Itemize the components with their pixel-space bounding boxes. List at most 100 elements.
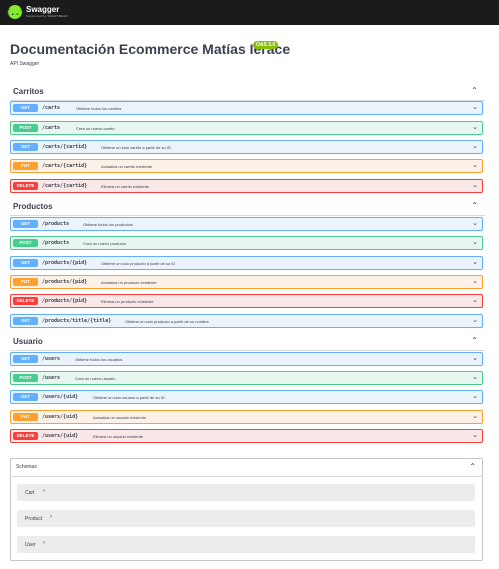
chevron-down-icon[interactable]: ⌄: [472, 297, 478, 305]
chevron-right-icon[interactable]: ›: [43, 540, 45, 546]
tag-name: Productos: [13, 202, 53, 211]
operation-summary: Obtiene un solo usuario a partir de su I…: [93, 395, 165, 400]
operation-summary: Obtiene todos los usuarios: [75, 357, 123, 362]
operation-path: /users: [42, 375, 61, 381]
method-badge: GET: [13, 220, 38, 228]
swagger-logo-text: Swagger Supported by SMARTBEAR: [26, 6, 68, 18]
method-badge: POST: [13, 124, 38, 132]
operation-get[interactable]: GET/carts/{cartid} Obtiene un solo carrit…: [10, 140, 483, 154]
method-badge: PUT: [13, 162, 38, 170]
operation-path: /carts/{cartid}: [42, 163, 88, 169]
operation-path: /products/{pid}: [42, 298, 88, 304]
chevron-down-icon[interactable]: ⌄: [472, 317, 478, 325]
operation-post[interactable]: POST/users Crea un nuevo usuario ⌄: [10, 371, 483, 385]
operation-summary: Obtiene un solo producto a partir de su …: [101, 261, 176, 266]
model-product[interactable]: Product ›: [17, 510, 475, 527]
schemas-header[interactable]: Schemas ⌃: [11, 459, 482, 477]
operation-get[interactable]: GET/products Obtiene todos los productos ⌄: [10, 217, 483, 231]
operation-path: /carts: [42, 105, 61, 111]
operation-get[interactable]: GET/users Obtiene todos los usuarios ⌄: [10, 352, 483, 366]
operation-summary: Crea un nuevo usuario: [75, 376, 116, 381]
operation-get[interactable]: GET/users/{uid} Obtiene un solo usuario a…: [10, 390, 483, 404]
method-badge: DELETE: [13, 297, 38, 305]
api-description: API Swagger: [10, 61, 40, 67]
chevron-down-icon[interactable]: ⌄: [472, 182, 478, 190]
chevron-up-icon[interactable]: ⌃: [469, 462, 476, 471]
operation-summary: Crea un nuevo carrito: [76, 126, 115, 131]
chevron-down-icon[interactable]: ⌄: [472, 374, 478, 382]
topbar: {..} Swagger Supported by SMARTBEAR: [0, 0, 499, 25]
operation-path: /products/{pid}: [42, 279, 88, 285]
operation-summary: Actualiza un producto existente: [101, 280, 157, 285]
schemas-title: Schemas: [16, 464, 37, 470]
chevron-down-icon[interactable]: ⌄: [472, 104, 478, 112]
chevron-up-icon[interactable]: ⌃: [471, 201, 478, 210]
method-badge: GET: [13, 317, 38, 325]
operation-path: /products/title/{title}: [42, 318, 112, 324]
logo-name: Swagger: [26, 5, 60, 14]
model-user[interactable]: User ›: [17, 536, 475, 553]
version-badge: OAS 3.0: [253, 41, 279, 49]
operation-summary: Elimina un producto existente: [101, 299, 154, 304]
operation-path: /products: [42, 221, 70, 227]
operation-get[interactable]: GET/products/{pid} Obtiene un solo produc…: [10, 256, 483, 270]
operation-summary: Elimina un usuario existente: [93, 434, 144, 439]
chevron-down-icon[interactable]: ⌄: [472, 259, 478, 267]
chevron-down-icon[interactable]: ⌄: [472, 124, 478, 132]
tag-carritos[interactable]: Carritos ⌃: [10, 85, 485, 101]
chevron-down-icon[interactable]: ⌄: [472, 220, 478, 228]
method-badge: PUT: [13, 413, 38, 421]
chevron-down-icon[interactable]: ⌄: [472, 393, 478, 401]
tag-productos[interactable]: Productos ⌃: [10, 200, 485, 216]
tag-usuario[interactable]: Usuario ⌃: [10, 335, 485, 351]
chevron-right-icon[interactable]: ›: [50, 514, 52, 520]
operation-put[interactable]: PUT/carts/{cartid} Actualiza un carrito e…: [10, 159, 483, 173]
page-title: Documentación Ecommerce Matías Ierace: [10, 41, 291, 57]
chevron-down-icon[interactable]: ⌄: [472, 162, 478, 170]
operation-get[interactable]: GET/products/title/{title} Obtiene un sol…: [10, 314, 483, 328]
operation-get[interactable]: GET/carts Obtiene todos los carritos ⌄: [10, 101, 483, 115]
chevron-down-icon[interactable]: ⌄: [472, 278, 478, 286]
chevron-up-icon[interactable]: ⌃: [471, 86, 478, 95]
method-badge: POST: [13, 374, 38, 382]
operation-delete[interactable]: DELETE/carts/{cartid} Elimina un carrito …: [10, 179, 483, 193]
chevron-right-icon[interactable]: ›: [43, 488, 45, 494]
operation-summary: Elimina un carrito existente: [101, 184, 150, 189]
chevron-down-icon[interactable]: ⌄: [472, 239, 478, 247]
operation-path: /carts/{cartid}: [42, 183, 88, 189]
chevron-down-icon[interactable]: ⌄: [472, 355, 478, 363]
chevron-up-icon[interactable]: ⌃: [471, 336, 478, 345]
operation-summary: Actualiza un carrito existente: [101, 164, 153, 169]
logo-subtitle: Supported by SMARTBEAR: [26, 14, 68, 18]
method-badge: GET: [13, 259, 38, 267]
model-name: Product: [25, 516, 43, 522]
operation-summary: Obtiene un solo producto a partir de su …: [125, 319, 209, 324]
method-badge: GET: [13, 143, 38, 151]
chevron-down-icon[interactable]: ⌄: [472, 432, 478, 440]
method-badge: PUT: [13, 278, 38, 286]
tag-name: Usuario: [13, 337, 43, 346]
method-badge: GET: [13, 355, 38, 363]
method-badge: POST: [13, 239, 38, 247]
operation-summary: Obtiene todos los productos: [83, 222, 133, 227]
operation-path: /products/{pid}: [42, 260, 88, 266]
operation-summary: Crea un nuevo producto: [83, 241, 126, 246]
schemas-section: Schemas ⌃ Cart › Product › User ›: [10, 458, 483, 561]
model-cart[interactable]: Cart ›: [17, 484, 475, 501]
operation-path: /users/{uid}: [42, 394, 79, 400]
method-badge: DELETE: [13, 182, 38, 190]
swagger-logo-icon: {..}: [5, 5, 25, 19]
chevron-down-icon[interactable]: ⌄: [472, 143, 478, 151]
operation-delete[interactable]: DELETE/products/{pid} Elimina un producto…: [10, 294, 483, 308]
operation-post[interactable]: POST/carts Crea un nuevo carrito ⌄: [10, 121, 483, 135]
tag-name: Carritos: [13, 87, 44, 96]
operation-summary: Actualiza un usuario existente: [93, 415, 147, 420]
chevron-down-icon[interactable]: ⌄: [472, 413, 478, 421]
operation-post[interactable]: POST/products Crea un nuevo producto ⌄: [10, 236, 483, 250]
operation-put[interactable]: PUT/products/{pid} Actualiza un producto …: [10, 275, 483, 289]
operation-path: /carts: [42, 125, 61, 131]
operation-put[interactable]: PUT/users/{uid} Actualiza un usuario exis…: [10, 410, 483, 424]
operation-delete[interactable]: DELETE/users/{uid} Elimina un usuario exi…: [10, 429, 483, 443]
swagger-logo[interactable]: {..} Swagger Supported by SMARTBEAR: [5, 5, 68, 19]
operation-path: /products: [42, 240, 70, 246]
